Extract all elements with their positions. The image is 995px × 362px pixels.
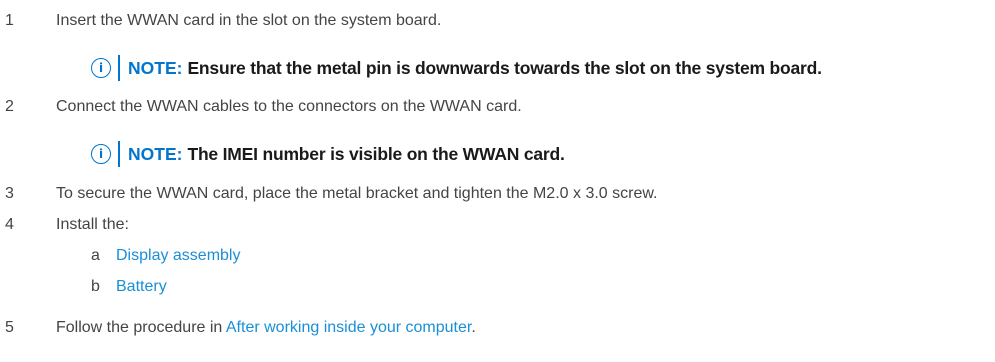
step-text: To secure the WWAN card, place the metal… [56, 185, 658, 202]
info-circle-icon: i [91, 58, 111, 78]
step-text: Insert the WWAN card in the slot on the … [56, 12, 442, 29]
substep-letter: b [91, 278, 100, 295]
step-number: 4 [5, 216, 14, 233]
note-text: The IMEI number is visible on the WWAN c… [187, 143, 565, 164]
note-text: Ensure that the metal pin is downwards t… [187, 57, 822, 78]
note-1: i NOTE: Ensure that the metal pin is dow… [91, 55, 822, 81]
note-label: NOTE: [128, 57, 183, 78]
battery-link[interactable]: Battery [116, 277, 167, 297]
note-divider [118, 141, 120, 167]
note-2: i NOTE: The IMEI number is visible on th… [91, 141, 565, 167]
substep-letter: a [91, 247, 100, 264]
note-label: NOTE: [128, 143, 183, 164]
display-assembly-link[interactable]: Display assembly [116, 246, 240, 266]
after-working-inside-computer-link[interactable]: After working inside your computer [226, 319, 471, 336]
step-text-before: Follow the procedure in [56, 319, 226, 336]
step-text: Install the: [56, 216, 129, 233]
step-text: Follow the procedure in After working in… [56, 318, 476, 338]
step-number: 2 [5, 98, 14, 115]
step-number: 5 [5, 319, 14, 336]
step-number: 3 [5, 185, 14, 202]
step-text: Connect the WWAN cables to the connector… [56, 98, 522, 115]
step-number: 1 [5, 12, 14, 29]
note-divider [118, 55, 120, 81]
info-circle-icon: i [91, 144, 111, 164]
step-text-after: . [471, 319, 476, 336]
